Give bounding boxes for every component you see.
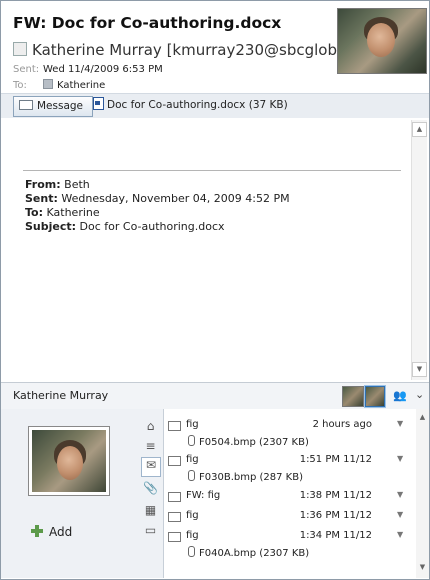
from-value: Beth — [64, 178, 90, 191]
contact-photo[interactable] — [337, 8, 427, 74]
feed-item-name: FW: fig — [186, 490, 221, 501]
photo-face — [367, 23, 395, 57]
scroll-up-button[interactable]: ▲ — [412, 122, 427, 137]
attachment-bar: Message Doc for Co-authoring.docx (37 KB… — [1, 93, 429, 119]
people-pane-bar: Katherine Murray 👥 ⌄ — [1, 382, 429, 410]
body-sent-value: Wednesday, November 04, 2009 4:52 PM — [61, 192, 290, 205]
attachment-name: F0504.bmp (2307 KB) — [199, 437, 309, 448]
contact-thumbnail-selected[interactable] — [365, 386, 385, 407]
feed-item-name: fig — [186, 454, 199, 465]
people-pane-name: Katherine Murray — [13, 389, 109, 402]
feed-item-time: 1:36 PM 11/12 — [299, 510, 372, 521]
recipient-presence-icon — [43, 79, 53, 89]
message-body: From: Beth Sent: Wednesday, November 04,… — [1, 118, 429, 382]
tab-message-label: Message — [37, 100, 84, 112]
envelope-icon — [19, 100, 33, 110]
body-to-label: To: — [25, 206, 43, 219]
paperclip-icon — [188, 435, 195, 446]
tab-message[interactable]: Message — [13, 96, 93, 117]
feed-attachment[interactable]: F030B.bmp (287 KB) — [188, 470, 303, 483]
feed-attachment[interactable]: F040A.bmp (2307 KB) — [188, 546, 309, 559]
to-label: To: — [13, 80, 27, 91]
feed-scrollbar[interactable]: ▲ ▼ — [416, 409, 429, 578]
feed-item-time: 1:51 PM 11/12 — [299, 454, 372, 465]
mail-icon — [168, 421, 181, 431]
add-label: Add — [49, 525, 73, 539]
feed-attachment[interactable]: F0504.bmp (2307 KB) — [188, 435, 309, 448]
people-pane-photo[interactable] — [28, 426, 110, 496]
feed-item-name: fig — [186, 530, 199, 541]
feed-item-time: 2 hours ago — [312, 419, 372, 430]
paperclip-icon — [188, 470, 195, 481]
feed-item-time: 1:34 PM 11/12 — [299, 530, 372, 541]
dropdown-icon[interactable]: ▼ — [397, 419, 403, 428]
mail-icon — [168, 456, 181, 466]
message-subject: FW: Doc for Co-authoring.docx — [13, 14, 282, 32]
people-pane: Add ⌂ ≡ ✉ 📎 ▦ ▭ fig 2 hours ago ▼ F0504.… — [1, 409, 429, 578]
sent-line: Sent: Wednesday, November 04, 2009 4:52 … — [25, 192, 290, 205]
add-contact-button[interactable]: Add — [31, 525, 72, 539]
feed-scroll-up[interactable]: ▲ — [416, 411, 429, 426]
header-divider — [23, 170, 401, 171]
dropdown-icon[interactable]: ▼ — [397, 510, 403, 519]
feed-item-name: fig — [186, 419, 199, 430]
sender-line[interactable]: Katherine Murray [kmurray230@sbcglobal — [13, 41, 350, 59]
paperclip-icon — [188, 546, 195, 557]
feed-item[interactable]: FW: fig 1:38 PM 11/12 ▼ — [164, 490, 417, 510]
rss-icon[interactable]: ≡ — [143, 439, 158, 454]
calendar-icon[interactable]: ▦ — [143, 503, 158, 518]
sender-name: Katherine Murray [kmurray230@sbcglobal — [32, 41, 351, 59]
mail-icon[interactable]: ✉ — [141, 457, 161, 477]
body-sent-label: Sent: — [25, 192, 58, 205]
group-icon[interactable]: 👥 — [393, 389, 407, 402]
to-value[interactable]: Katherine — [57, 80, 105, 91]
sent-value: Wed 11/4/2009 6:53 PM — [43, 64, 163, 75]
sent-row: Sent: Wed 11/4/2009 6:53 PM — [13, 64, 163, 75]
feed-item-time: 1:38 PM 11/12 — [299, 490, 372, 501]
tab-attachment-label: Doc for Co-authoring.docx (37 KB) — [107, 99, 288, 111]
dropdown-icon[interactable]: ▼ — [397, 530, 403, 539]
feed-item[interactable]: fig 1:36 PM 11/12 ▼ — [164, 510, 417, 530]
tab-attachment[interactable]: Doc for Co-authoring.docx (37 KB) — [93, 96, 288, 115]
attachment-name: F040A.bmp (2307 KB) — [199, 548, 310, 559]
body-subject-label: Subject: — [25, 220, 77, 233]
scroll-down-button[interactable]: ▼ — [412, 362, 427, 377]
dropdown-icon[interactable]: ▼ — [397, 490, 403, 499]
body-scrollbar[interactable]: ▲ ▼ — [411, 120, 427, 380]
activity-filter-rail: ⌂ ≡ ✉ 📎 ▦ ▭ — [140, 417, 162, 577]
subject-line: Subject: Doc for Co-authoring.docx — [25, 220, 225, 233]
sent-label: Sent: — [13, 64, 40, 75]
attachment-name: F030B.bmp (287 KB) — [199, 472, 303, 483]
dropdown-icon[interactable]: ▼ — [397, 454, 403, 463]
to-row: To: Katherine — [13, 79, 105, 91]
mail-forward-icon — [168, 512, 181, 522]
from-line: From: Beth — [25, 178, 90, 191]
home-icon[interactable]: ⌂ — [143, 419, 158, 434]
plus-icon — [31, 525, 43, 537]
attachment-icon[interactable]: 📎 — [143, 481, 158, 496]
presence-checkbox — [13, 42, 27, 56]
photo-image — [32, 430, 106, 492]
from-label: From: — [25, 178, 61, 191]
feed-scroll-down[interactable]: ▼ — [416, 561, 429, 576]
mail-icon — [168, 492, 181, 502]
feed-item-name: fig — [186, 510, 199, 521]
chat-icon[interactable]: ▭ — [143, 523, 158, 538]
photo-face — [57, 446, 83, 480]
word-doc-icon — [93, 97, 104, 110]
activity-feed: fig 2 hours ago ▼ F0504.bmp (2307 KB) fi… — [163, 409, 417, 578]
chevron-down-icon[interactable]: ⌄ — [415, 388, 424, 401]
mail-icon — [168, 532, 181, 542]
body-subject-value: Doc for Co-authoring.docx — [79, 220, 225, 233]
body-to-value: Katherine — [46, 206, 100, 219]
to-line: To: Katherine — [25, 206, 100, 219]
contact-thumbnail[interactable] — [342, 386, 364, 407]
